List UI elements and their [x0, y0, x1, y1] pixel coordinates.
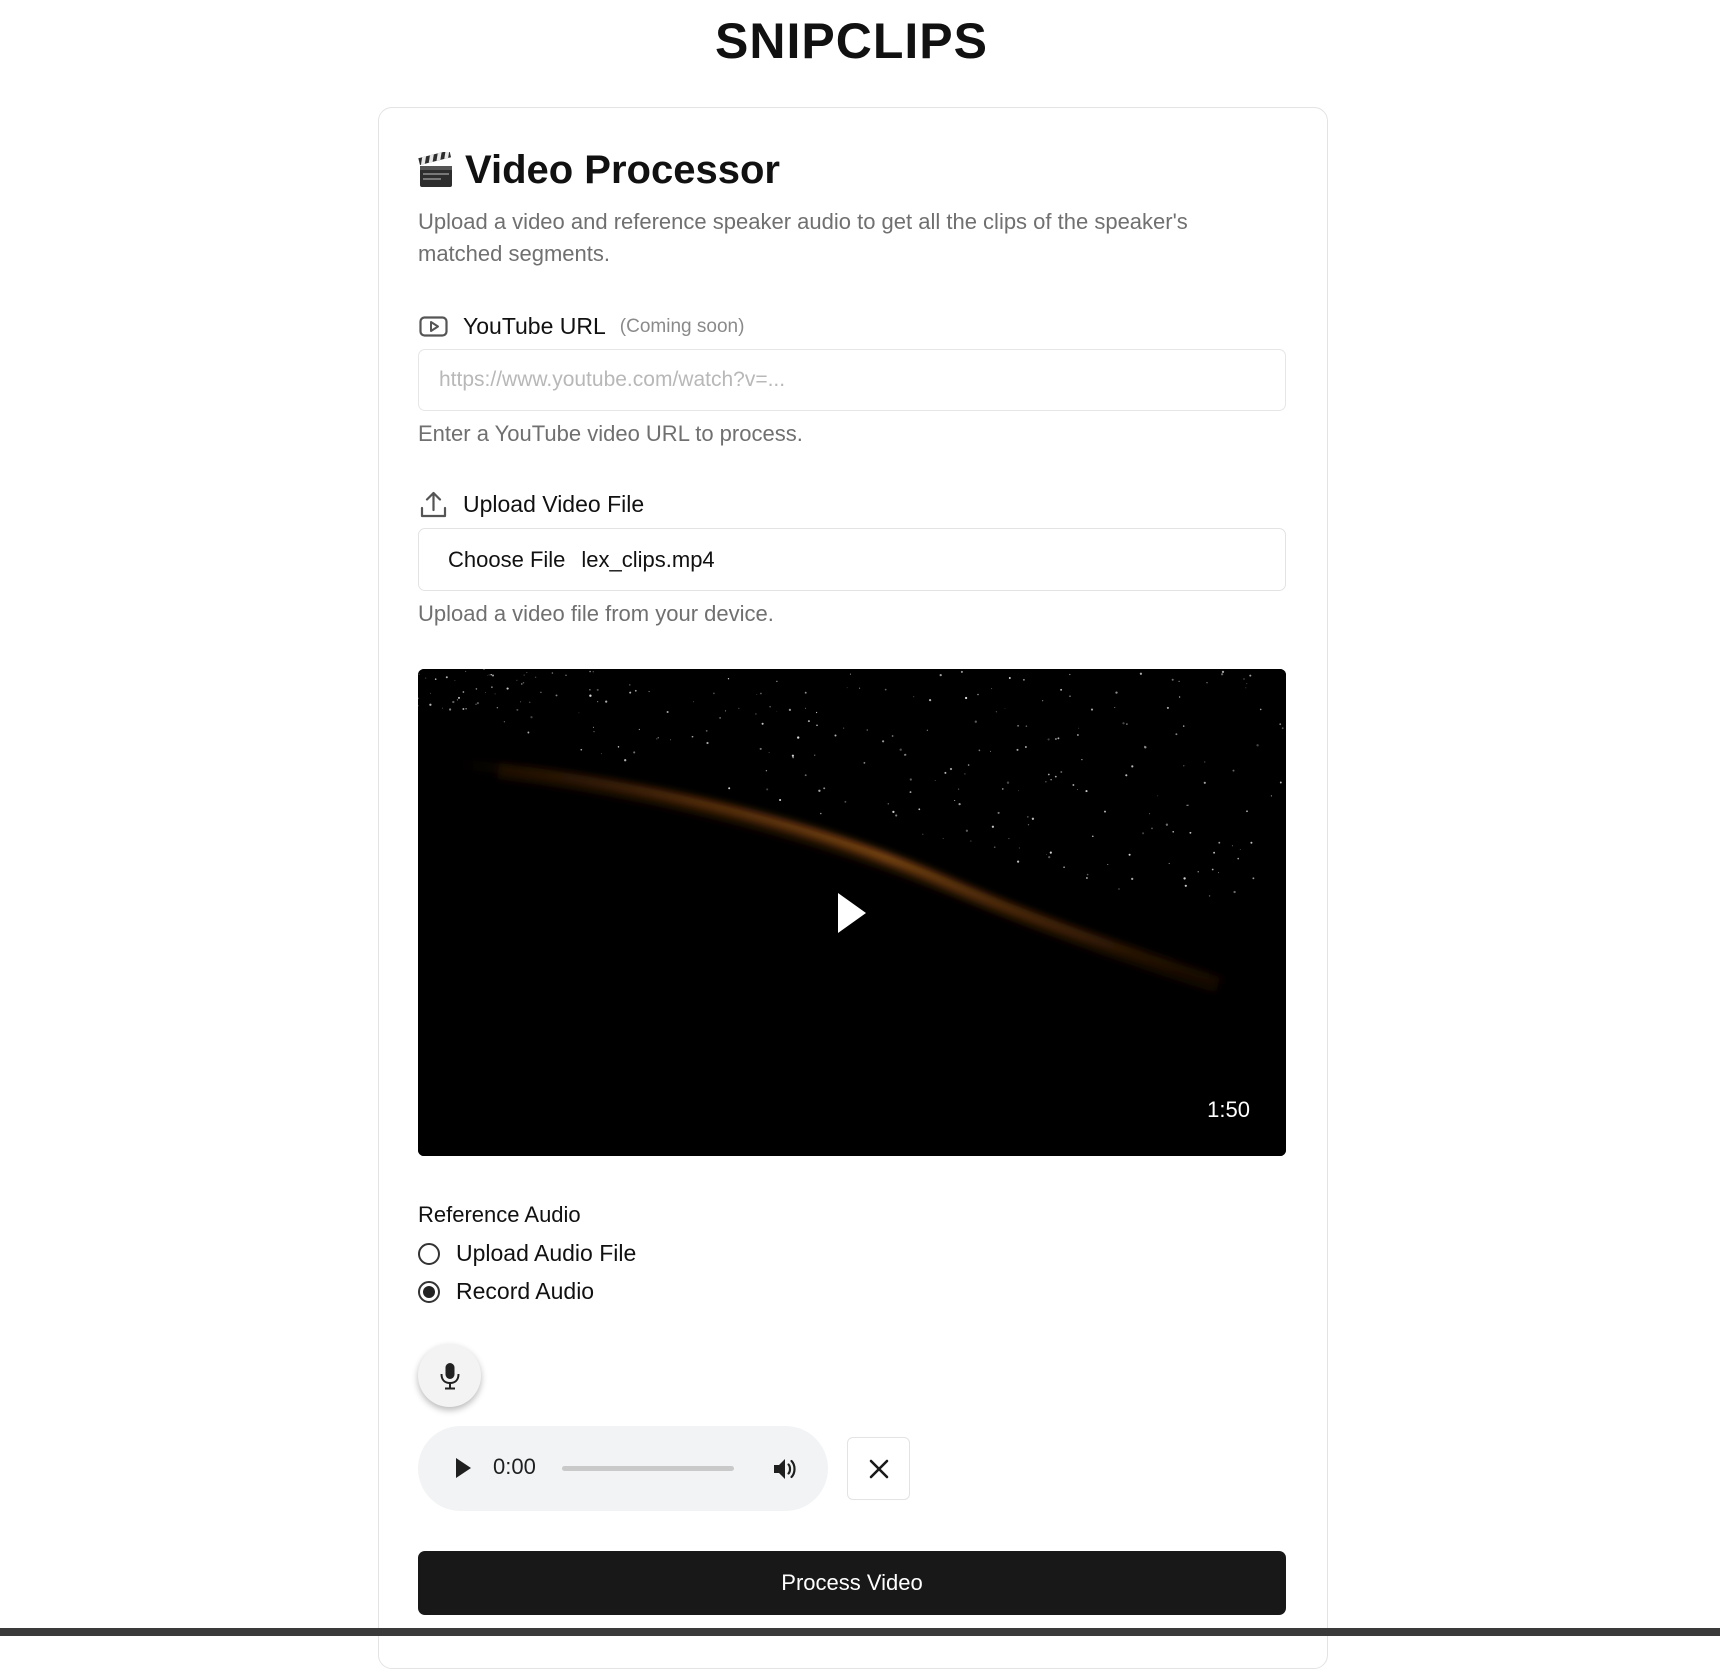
close-icon	[869, 1459, 888, 1478]
page-description: Upload a video and reference speaker aud…	[418, 209, 1188, 266]
upload-video-label: Upload Video File	[418, 489, 644, 520]
video-player[interactable]: 1:50	[418, 669, 1286, 1156]
record-button[interactable]	[418, 1344, 481, 1407]
youtube-url-hint: Enter a YouTube video URL to process.	[418, 421, 803, 446]
youtube-url-label-text: YouTube URL	[463, 313, 606, 339]
audio-progress-slider[interactable]	[562, 1466, 734, 1471]
play-icon[interactable]	[454, 1457, 472, 1479]
bottom-bar	[0, 1628, 1720, 1636]
audio-current-time: 0:00	[493, 1454, 536, 1479]
process-video-button[interactable]: Process Video	[418, 1551, 1286, 1615]
play-icon[interactable]	[834, 891, 870, 935]
audio-player[interactable]: 0:00	[418, 1426, 828, 1511]
video-duration: 1:50	[1207, 1097, 1250, 1122]
radio-label: Upload Audio File	[456, 1240, 637, 1266]
radio-button[interactable]	[418, 1242, 440, 1265]
radio-label: Record Audio	[456, 1278, 595, 1304]
radio-button[interactable]	[418, 1280, 440, 1303]
upload-icon	[420, 491, 447, 518]
volume-icon[interactable]	[771, 1455, 799, 1483]
radio-upload-audio[interactable]: Upload Audio File	[418, 1240, 636, 1267]
reference-audio-label: Reference Audio	[418, 1202, 581, 1227]
upload-video-hint: Upload a video file from your device.	[418, 601, 774, 626]
page-title-text: Video Processor	[465, 148, 780, 192]
page-title: Video Processor	[417, 148, 780, 193]
microphone-icon	[440, 1362, 459, 1389]
selected-file-name: lex_clips.mp4	[581, 546, 715, 572]
choose-file-button[interactable]: Choose File	[448, 547, 565, 573]
app-title: SNIPCLIPS	[715, 13, 988, 69]
youtube-icon	[419, 316, 448, 337]
clear-recording-button[interactable]	[847, 1437, 910, 1500]
radio-record-audio[interactable]: Record Audio	[418, 1278, 594, 1305]
video-file-input[interactable]: Choose File lex_clips.mp4	[418, 528, 1286, 591]
youtube-url-input[interactable]	[418, 349, 1286, 411]
coming-soon-note: (Coming soon)	[619, 315, 745, 337]
clapperboard-icon	[418, 151, 452, 187]
youtube-url-label: YouTube URL (Coming soon)	[418, 311, 744, 342]
upload-video-label-text: Upload Video File	[463, 491, 645, 517]
